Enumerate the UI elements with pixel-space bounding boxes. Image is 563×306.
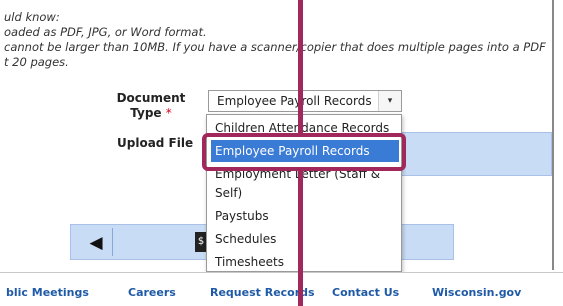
upload-file-label: Upload File xyxy=(117,136,194,150)
document-type-label-line2: Type xyxy=(130,106,162,120)
footer-link-contact-us[interactable]: Contact Us xyxy=(332,286,399,299)
document-type-label: Document Type * xyxy=(112,91,190,121)
document-type-select[interactable]: Employee Payroll Records ▾ xyxy=(208,90,402,112)
info-line: uld know: xyxy=(4,10,60,24)
left-triangle-icon[interactable]: ◀ xyxy=(82,231,110,255)
info-line: t 20 pages. xyxy=(4,55,69,69)
required-marker: * xyxy=(165,106,172,120)
dropdown-option-employment-letter-cont[interactable]: Self) xyxy=(215,186,242,200)
info-line: cannot be larger than 10MB. If you have … xyxy=(4,40,546,54)
callout-line-bottom xyxy=(298,171,303,306)
dropdown-option-paystubs[interactable]: Paystubs xyxy=(215,209,269,223)
footer-link-wisconsin-gov[interactable]: Wisconsin.gov xyxy=(432,286,521,299)
info-line: oaded as PDF, JPG, or Word format. xyxy=(4,25,207,39)
nav-divider xyxy=(112,228,113,256)
upload-file-dropzone[interactable] xyxy=(398,132,552,176)
screenshot-frame: uld know: oaded as PDF, JPG, or Word for… xyxy=(0,0,563,306)
footer-link-careers[interactable]: Careers xyxy=(128,286,176,299)
chevron-down-icon[interactable]: ▾ xyxy=(378,91,401,111)
callout-line-top xyxy=(298,0,303,133)
content-border xyxy=(552,0,554,270)
upload-instructions: uld know: oaded as PDF, JPG, or Word for… xyxy=(4,10,546,70)
document-type-value: Employee Payroll Records xyxy=(217,94,372,108)
callout-box xyxy=(202,133,406,171)
document-type-label-line1: Document xyxy=(116,91,186,105)
dropdown-option-timesheets[interactable]: Timesheets xyxy=(215,255,284,269)
dropdown-option-schedules[interactable]: Schedules xyxy=(215,232,276,246)
footer-link-public-meetings[interactable]: blic Meetings xyxy=(6,286,89,299)
